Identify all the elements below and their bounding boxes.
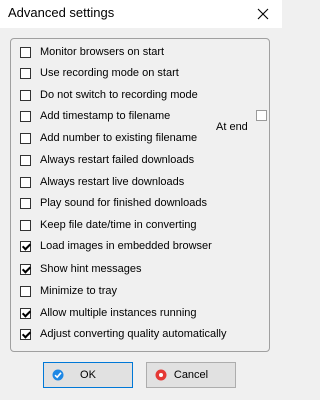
ok-button[interactable]: OK	[43, 362, 133, 388]
checkbox[interactable]	[20, 307, 31, 319]
option-add-timestamp[interactable]: Add timestamp to filename	[20, 108, 170, 124]
checkbox[interactable]	[20, 176, 31, 188]
option-show-hints[interactable]: Show hint messages	[20, 261, 142, 277]
title-bar: Advanced settings	[0, 0, 282, 28]
checkbox[interactable]	[20, 328, 31, 340]
window-title: Advanced settings	[8, 5, 115, 20]
option-label: Allow multiple instances running	[40, 307, 197, 319]
option-adjust-quality[interactable]: Adjust converting quality automatically	[20, 326, 226, 342]
option-restart-live[interactable]: Always restart live downloads	[20, 174, 184, 190]
option-minimize-tray[interactable]: Minimize to tray	[20, 283, 117, 299]
ok-icon	[52, 369, 64, 381]
option-label: Keep file date/time in converting	[40, 219, 197, 231]
option-label: Add number to existing filename	[40, 132, 198, 144]
checkbox[interactable]	[20, 154, 31, 166]
checkbox[interactable]	[20, 263, 31, 275]
option-add-number[interactable]: Add number to existing filename	[20, 130, 197, 146]
checkbox[interactable]	[20, 240, 31, 252]
option-restart-failed[interactable]: Always restart failed downloads	[20, 152, 194, 168]
checkbox[interactable]	[20, 197, 31, 209]
checkbox[interactable]	[20, 219, 31, 231]
checkbox[interactable]	[20, 89, 31, 101]
at-end-label: At end	[216, 121, 248, 133]
option-keep-file-date[interactable]: Keep file date/time in converting	[20, 217, 197, 233]
cancel-icon	[155, 369, 167, 381]
option-load-images[interactable]: Load images in embedded browser	[20, 238, 212, 254]
checkbox[interactable]	[20, 132, 31, 144]
option-label: Minimize to tray	[40, 285, 118, 297]
option-label: Always restart live downloads	[40, 176, 185, 188]
checkbox[interactable]	[20, 110, 31, 122]
option-label: Always restart failed downloads	[40, 154, 195, 166]
option-label: Adjust converting quality automatically	[40, 328, 227, 340]
cancel-button[interactable]: Cancel	[146, 362, 236, 388]
option-monitor-browsers[interactable]: Monitor browsers on start	[20, 44, 164, 60]
cancel-label: Cancel	[173, 369, 209, 381]
option-label: Do not switch to recording mode	[40, 89, 198, 101]
close-icon	[257, 8, 269, 20]
option-label: Use recording mode on start	[40, 67, 179, 79]
option-multiple-instances[interactable]: Allow multiple instances running	[20, 305, 197, 321]
option-label: Show hint messages	[40, 263, 142, 275]
ok-label: OK	[80, 369, 96, 381]
checkbox[interactable]	[20, 67, 31, 79]
option-label: Monitor browsers on start	[40, 46, 165, 58]
checkbox[interactable]	[20, 46, 31, 58]
checkbox[interactable]	[20, 285, 31, 297]
at-end-checkbox[interactable]	[256, 110, 267, 121]
option-label: Play sound for finished downloads	[40, 197, 207, 209]
option-recording-mode-start[interactable]: Use recording mode on start	[20, 65, 179, 81]
option-play-sound[interactable]: Play sound for finished downloads	[20, 195, 207, 211]
option-no-switch-recording[interactable]: Do not switch to recording mode	[20, 87, 198, 103]
close-button[interactable]	[248, 0, 278, 28]
option-label: Load images in embedded browser	[40, 240, 212, 252]
option-label: Add timestamp to filename	[40, 110, 171, 122]
